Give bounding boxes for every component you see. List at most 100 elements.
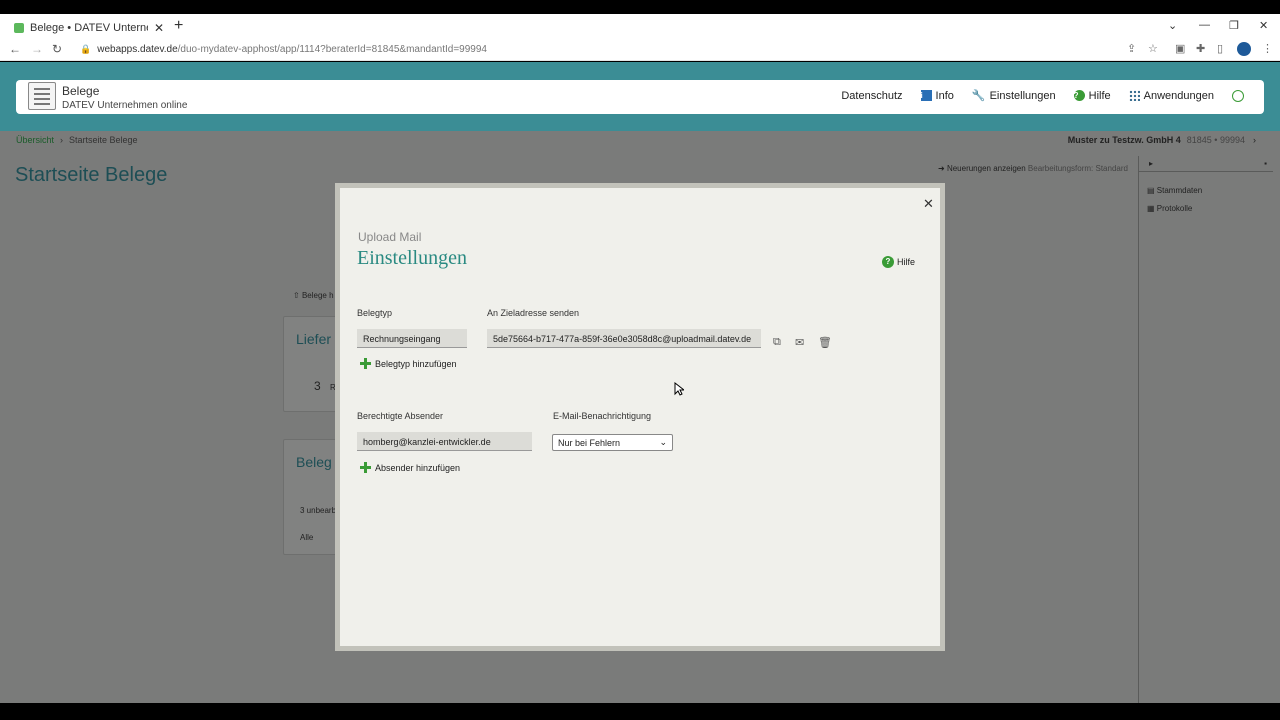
info-label: Info bbox=[935, 89, 954, 102]
datenschutz-label: Datenschutz bbox=[841, 89, 903, 102]
client-numbers: 81845 • 99994 bbox=[1186, 135, 1245, 145]
client-selector[interactable]: Muster zu Testzw. GmbH 4 81845 • 99994 › bbox=[1068, 135, 1256, 145]
address-bar: ← → ↻ 🔒 webapps.datev.de/duo-mydatev-app… bbox=[0, 38, 1280, 61]
belege-logo-icon bbox=[28, 82, 56, 110]
breadcrumb: Übersicht › Startseite Belege bbox=[16, 135, 138, 145]
add-belegtyp-label: Belegtyp hinzufügen bbox=[375, 358, 457, 369]
einstellungen-link[interactable]: 🔧 Einstellungen bbox=[971, 89, 1056, 103]
side-panel: ▸ ▪ ▤ Stammdaten ▦ Protokolle bbox=[1138, 156, 1273, 703]
app-subtitle: DATEV Unternehmen online bbox=[62, 100, 188, 111]
zieladresse-label: An Zieladresse senden bbox=[487, 308, 580, 318]
belegtyp-label: Belegtyp bbox=[357, 308, 393, 318]
url-host: webapps.datev.de bbox=[97, 44, 178, 55]
benachrichtigung-select[interactable]: Nur bei Fehlern ⌄ bbox=[552, 434, 673, 451]
news-link[interactable]: Neuerungen anzeigen bbox=[947, 164, 1026, 173]
belegtyp-field[interactable]: Rechnungseingang bbox=[357, 329, 467, 348]
app-title: Belege bbox=[62, 84, 100, 98]
absender-field[interactable]: homberg@kanzlei-entwickler.de bbox=[357, 432, 532, 451]
browser-tabstrip: Belege • DATEV Unternehmen on ✕ + ⌄ — ❐ … bbox=[0, 14, 1280, 38]
side-item-stammdaten[interactable]: ▤ Stammdaten bbox=[1147, 186, 1202, 195]
breadcrumb-current: Startseite Belege bbox=[69, 135, 138, 145]
hilfe-link[interactable]: ? Hilfe bbox=[1073, 89, 1111, 102]
close-window-icon[interactable]: ✕ bbox=[1259, 19, 1268, 32]
mouse-cursor-icon bbox=[674, 382, 684, 396]
bg-belege-hochladen: ⇧ Belege h bbox=[293, 291, 334, 300]
mail-icon[interactable]: ✉ bbox=[795, 336, 804, 349]
bg-card-belege: Beleg 3 unbearb Alle bbox=[283, 439, 343, 555]
pin-icon[interactable]: ▪ bbox=[1264, 159, 1267, 168]
reload-icon[interactable]: ↻ bbox=[52, 42, 62, 56]
puzzle-icon[interactable]: ✚ bbox=[1196, 42, 1205, 55]
minimize-icon[interactable]: — bbox=[1199, 19, 1210, 31]
url-path: /duo-mydatev-apphost/app/1114?beraterId=… bbox=[177, 44, 487, 55]
wrench-icon: 🔧 bbox=[971, 90, 986, 102]
page-title: Startseite Belege bbox=[15, 164, 168, 186]
anwendungen-link[interactable]: Anwendungen bbox=[1128, 89, 1214, 102]
browser-menu-icon[interactable]: ⋮ bbox=[1262, 42, 1273, 55]
arrow-right-icon: ➜ bbox=[938, 164, 945, 173]
sidepanel-icon[interactable]: ▯ bbox=[1217, 42, 1223, 55]
browser-tab[interactable]: Belege • DATEV Unternehmen on ✕ bbox=[8, 17, 166, 38]
extension-icon[interactable]: ▣ bbox=[1175, 42, 1185, 55]
bg-card-line: 3 unbearb bbox=[300, 506, 337, 515]
user-menu[interactable] bbox=[1232, 89, 1244, 102]
profile-avatar[interactable] bbox=[1237, 42, 1251, 56]
close-icon[interactable]: ✕ bbox=[923, 196, 934, 212]
back-icon[interactable]: ← bbox=[9, 42, 21, 56]
zieladresse-field[interactable]: 5de75664-b717-477a-859f-36e0e3058d8c@upl… bbox=[487, 329, 761, 348]
side-item-label: Stammdaten bbox=[1156, 186, 1203, 195]
add-belegtyp-button[interactable]: Belegtyp hinzufügen bbox=[360, 358, 457, 369]
tab-search-icon[interactable]: ⌄ bbox=[1168, 19, 1177, 32]
lock-icon: 🔒 bbox=[80, 44, 92, 54]
breadcrumb-chevron-icon: › bbox=[60, 135, 64, 145]
edit-form-label: Bearbeitungsform: Standard bbox=[1027, 164, 1128, 173]
absender-label: Berechtigte Absender bbox=[357, 411, 444, 421]
benachrichtigung-label: E-Mail-Benachrichtigung bbox=[553, 411, 652, 421]
plus-icon bbox=[360, 358, 371, 369]
app-viewport: Belege DATEV Unternehmen online Datensch… bbox=[0, 62, 1280, 703]
forward-icon[interactable]: → bbox=[31, 42, 43, 56]
expand-icon[interactable]: ▸ bbox=[1149, 159, 1153, 168]
share-icon[interactable]: ⇪ bbox=[1127, 42, 1136, 55]
bg-card-count: 3 bbox=[314, 379, 321, 393]
plus-icon bbox=[360, 462, 371, 473]
table-icon: ▤ bbox=[1147, 186, 1155, 195]
side-item-label: Protokolle bbox=[1156, 204, 1193, 213]
modal-frame: ✕ Upload Mail Einstellungen ? Hilfe Beleg… bbox=[335, 183, 945, 651]
app-brand: Belege DATEV Unternehmen online bbox=[62, 84, 187, 111]
bookmark-star-icon[interactable]: ☆ bbox=[1148, 42, 1158, 55]
app-header-band: Belege DATEV Unternehmen online Datensch… bbox=[0, 62, 1280, 131]
side-panel-header: ▸ ▪ bbox=[1139, 156, 1273, 172]
document-icon: ▦ bbox=[1147, 204, 1155, 213]
restore-icon[interactable]: ❐ bbox=[1229, 19, 1239, 32]
bg-label: Belege h bbox=[301, 291, 334, 300]
copy-icon[interactable]: ⧉ bbox=[773, 336, 781, 349]
url-field[interactable]: 🔒 webapps.datev.de/duo-mydatev-apphost/a… bbox=[80, 41, 1120, 58]
close-tab-icon[interactable]: ✕ bbox=[154, 21, 164, 35]
benachrichtigung-value: Nur bei Fehlern bbox=[558, 438, 621, 448]
info-icon: i bbox=[920, 90, 932, 101]
favicon-icon bbox=[14, 22, 24, 33]
dialog-help-button[interactable]: ? Hilfe bbox=[882, 256, 915, 268]
help-icon: ? bbox=[1073, 90, 1085, 101]
datenschutz-link[interactable]: Datenschutz bbox=[841, 89, 902, 102]
bg-card-lieferanten: Liefer 3 R bbox=[283, 316, 343, 412]
trash-icon[interactable]: 🗑 bbox=[818, 336, 832, 349]
bg-card-filter: Alle bbox=[300, 533, 314, 542]
breadcrumb-root[interactable]: Übersicht bbox=[16, 135, 54, 145]
help-icon: ? bbox=[882, 256, 894, 268]
tab-title: Belege • DATEV Unternehmen on bbox=[30, 21, 148, 34]
user-icon bbox=[1232, 89, 1244, 102]
side-item-protokolle[interactable]: ▦ Protokolle bbox=[1147, 204, 1192, 213]
top-navigation: Datenschutz i Info 🔧 Einstellungen ? Hilfe … bbox=[841, 89, 1244, 102]
news-bar: ➜ Neuerungen anzeigen Bearbeitungsform: … bbox=[938, 164, 1128, 173]
einstellungen-label: Einstellungen bbox=[989, 89, 1056, 102]
apps-grid-icon bbox=[1128, 90, 1140, 101]
add-absender-label: Absender hinzufügen bbox=[375, 462, 461, 473]
chevron-down-icon: ⌄ bbox=[659, 437, 667, 447]
add-absender-button[interactable]: Absender hinzufügen bbox=[360, 462, 460, 473]
dialog-subtitle: Upload Mail bbox=[358, 230, 422, 244]
chevron-right-icon: › bbox=[1253, 135, 1256, 145]
new-tab-icon[interactable]: + bbox=[174, 18, 183, 34]
info-link[interactable]: i Info bbox=[920, 89, 954, 102]
